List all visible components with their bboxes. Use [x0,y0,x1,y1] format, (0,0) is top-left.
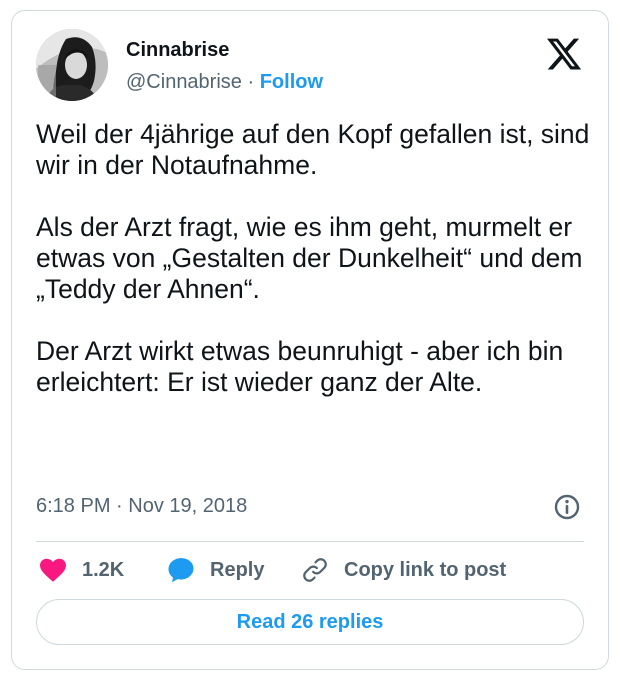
x-logo-icon[interactable] [544,35,584,73]
tweet-text: Weil der 4jährige auf den Kopf gefallen … [36,119,590,397]
reply-label: Reply [210,558,265,581]
author-name[interactable]: Cinnabrise [126,39,229,62]
reply-button[interactable]: Reply [166,552,264,588]
speech-bubble-icon [166,555,196,585]
avatar-image [36,29,108,101]
follow-button[interactable]: Follow [260,71,323,93]
divider [36,541,584,542]
read-replies-button[interactable]: Read 26 replies [36,599,584,645]
avatar[interactable] [36,29,108,101]
like-count: 1.2K [82,558,125,581]
action-bar: 1.2K Reply Copy link to post [36,552,596,588]
author-handle[interactable]: @Cinnabrise [126,71,242,93]
heart-icon [38,555,68,585]
like-button[interactable]: 1.2K [38,552,124,588]
handle-row: @Cinnabrise · Follow [126,71,323,94]
copy-link-label: Copy link to post [344,558,507,581]
tweet-card: Cinnabrise @Cinnabrise · Follow Weil der… [11,10,609,670]
info-icon[interactable] [552,492,582,522]
link-icon [300,555,330,585]
copy-link-button[interactable]: Copy link to post [300,552,506,588]
separator-dot: · [247,71,255,93]
tweet-timestamp[interactable]: 6:18 PM · Nov 19, 2018 [36,495,247,518]
